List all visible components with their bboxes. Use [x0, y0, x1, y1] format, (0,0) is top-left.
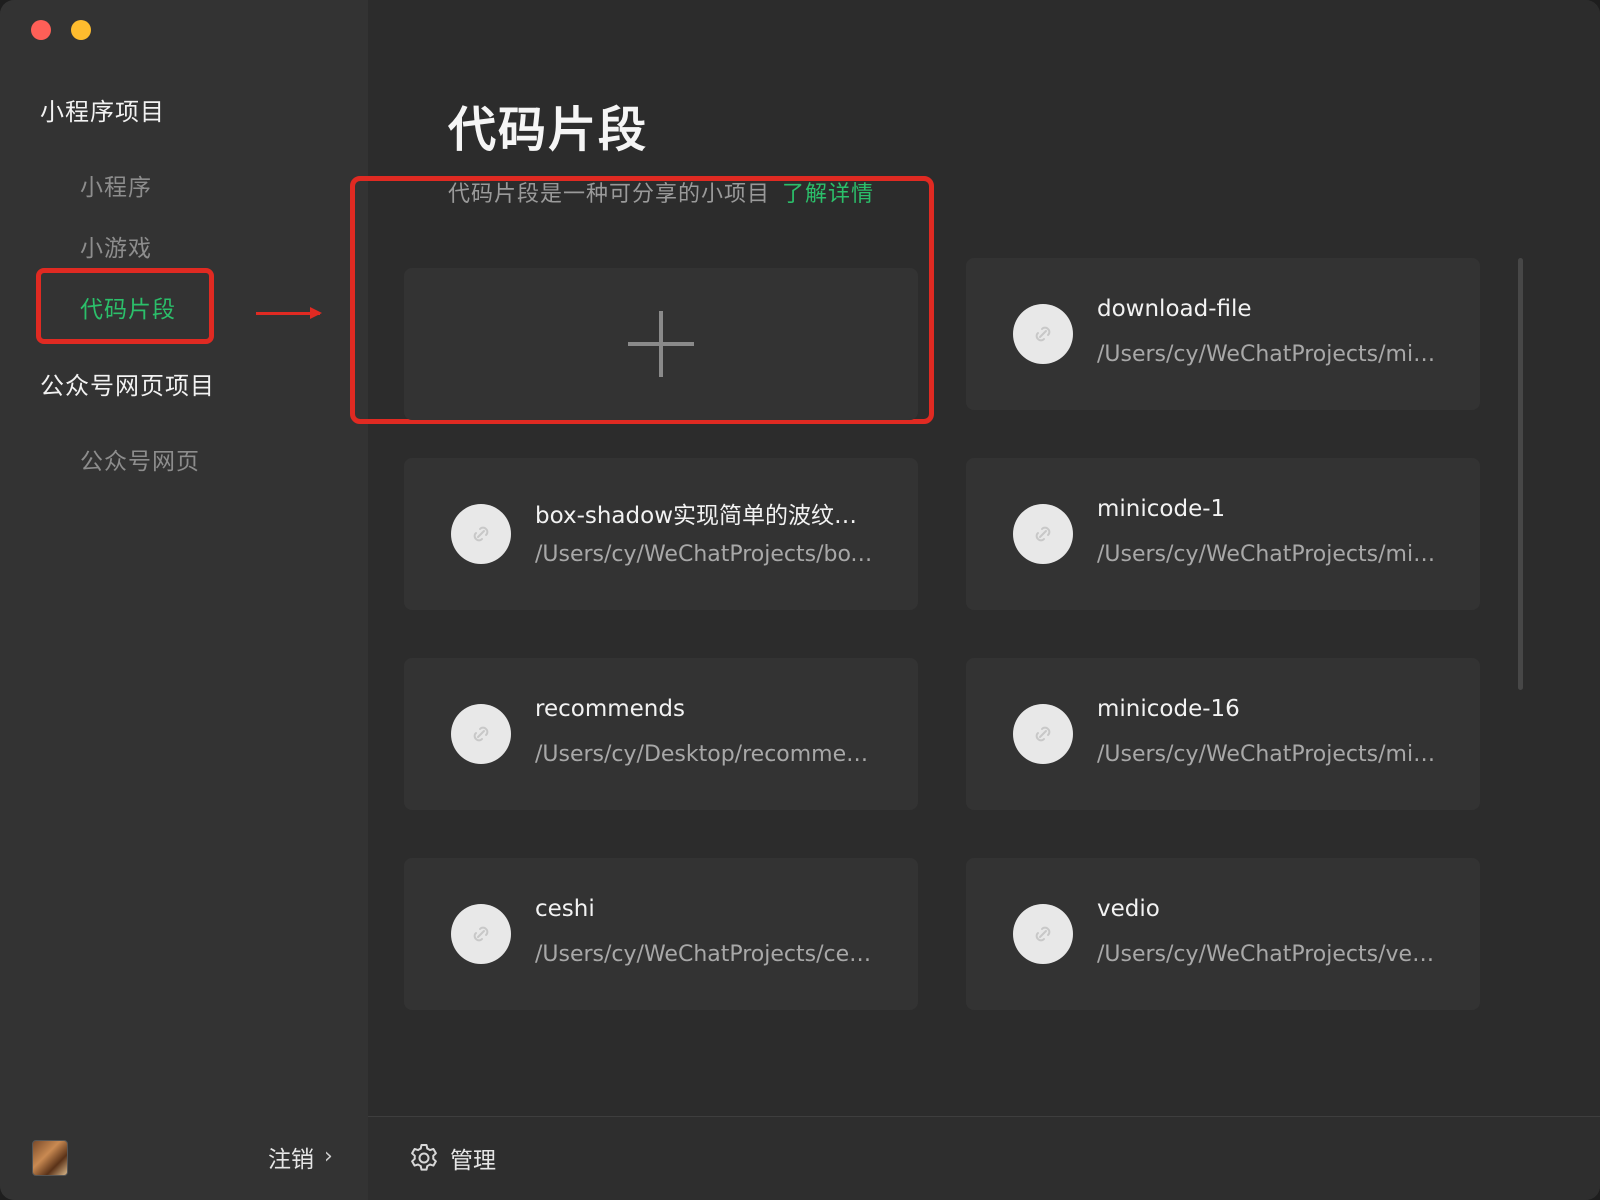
- logout-button[interactable]: 注销: [268, 1140, 314, 1174]
- snippet-name: box-shadow实现简单的波纹效果: [535, 503, 875, 529]
- sidebar-item-minigame[interactable]: 小游戏: [80, 229, 152, 263]
- close-window-button[interactable]: [31, 20, 51, 40]
- subtitle-text: 代码片段是一种可分享的小项目: [448, 182, 771, 207]
- snippet-name: vedio: [1097, 896, 1160, 922]
- page-title: 代码片段: [448, 102, 649, 158]
- app-window: 小程序项目 小程序 小游戏 代码片段 公众号网页项目 公众号网页 注销 › 代码…: [0, 0, 1600, 1200]
- avatar[interactable]: [32, 1140, 68, 1176]
- snippet-card[interactable]: vedio /Users/cy/WeChatProjects/vedio: [966, 858, 1480, 1010]
- page-subtitle: 代码片段是一种可分享的小项目 了解详情: [448, 176, 874, 208]
- snippet-path: /Users/cy/WeChatProjects/minicode-16: [1097, 742, 1437, 767]
- snippet-path: /Users/cy/WeChatProjects/box-shadow: [535, 542, 875, 567]
- scrollbar[interactable]: [1518, 258, 1523, 690]
- snippet-icon: [1013, 904, 1073, 964]
- section-title-miniprogram: 小程序项目: [40, 98, 165, 126]
- snippet-path: /Users/cy/WeChatProjects/minicode-1: [1097, 542, 1437, 567]
- chevron-right-icon: ›: [324, 1144, 333, 1169]
- annotation-highlight-box: [36, 268, 214, 344]
- annotation-arrow: [256, 307, 322, 319]
- snippet-icon: [1013, 304, 1073, 364]
- sidebar-item-official-account-web[interactable]: 公众号网页: [80, 442, 200, 476]
- snippet-icon: [1013, 704, 1073, 764]
- snippet-path: /Users/cy/Desktop/recommends: [535, 742, 875, 767]
- sidebar: 小程序项目 小程序 小游戏 代码片段 公众号网页项目 公众号网页 注销 ›: [0, 0, 368, 1200]
- snippet-name: ceshi: [535, 896, 595, 922]
- plus-icon: [628, 311, 694, 377]
- snippet-card[interactable]: minicode-1 /Users/cy/WeChatProjects/mini…: [966, 458, 1480, 610]
- snippet-card[interactable]: ceshi /Users/cy/WeChatProjects/ceshi: [404, 858, 918, 1010]
- snippet-path: /Users/cy/WeChatProjects/vedio: [1097, 942, 1437, 967]
- snippet-name: minicode-1: [1097, 496, 1226, 522]
- snippet-name: recommends: [535, 696, 685, 722]
- snippet-icon: [1013, 504, 1073, 564]
- snippet-card[interactable]: recommends /Users/cy/Desktop/recommends: [404, 658, 918, 810]
- minimize-window-button[interactable]: [71, 20, 91, 40]
- snippet-name: minicode-16: [1097, 696, 1240, 722]
- manage-label: 管理: [450, 1148, 496, 1174]
- gear-icon: [411, 1144, 437, 1171]
- snippet-icon: [451, 704, 511, 764]
- snippet-icon: [451, 504, 511, 564]
- manage-button[interactable]: 管理: [408, 1141, 496, 1175]
- snippet-card[interactable]: box-shadow实现简单的波纹效果 /Users/cy/WeChatProj…: [404, 458, 918, 610]
- snippet-card[interactable]: download-file /Users/cy/WeChatProjects/m…: [966, 258, 1480, 410]
- add-snippet-card[interactable]: [404, 268, 918, 420]
- snippet-path: /Users/cy/WeChatProjects/miniprogram-3: [1097, 342, 1437, 367]
- main-panel: 代码片段 代码片段是一种可分享的小项目 了解详情 download-file /U…: [350, 0, 1600, 1200]
- snippet-path: /Users/cy/WeChatProjects/ceshi: [535, 942, 875, 967]
- window-controls: [31, 20, 91, 40]
- footer-bar: 管理: [368, 1116, 1600, 1200]
- sidebar-item-miniprogram[interactable]: 小程序: [80, 168, 152, 202]
- snippet-card[interactable]: minicode-16 /Users/cy/WeChatProjects/min…: [966, 658, 1480, 810]
- learn-more-link[interactable]: 了解详情: [782, 182, 874, 207]
- snippet-icon: [451, 904, 511, 964]
- section-title-web: 公众号网页项目: [40, 372, 215, 400]
- snippet-name: download-file: [1097, 296, 1252, 322]
